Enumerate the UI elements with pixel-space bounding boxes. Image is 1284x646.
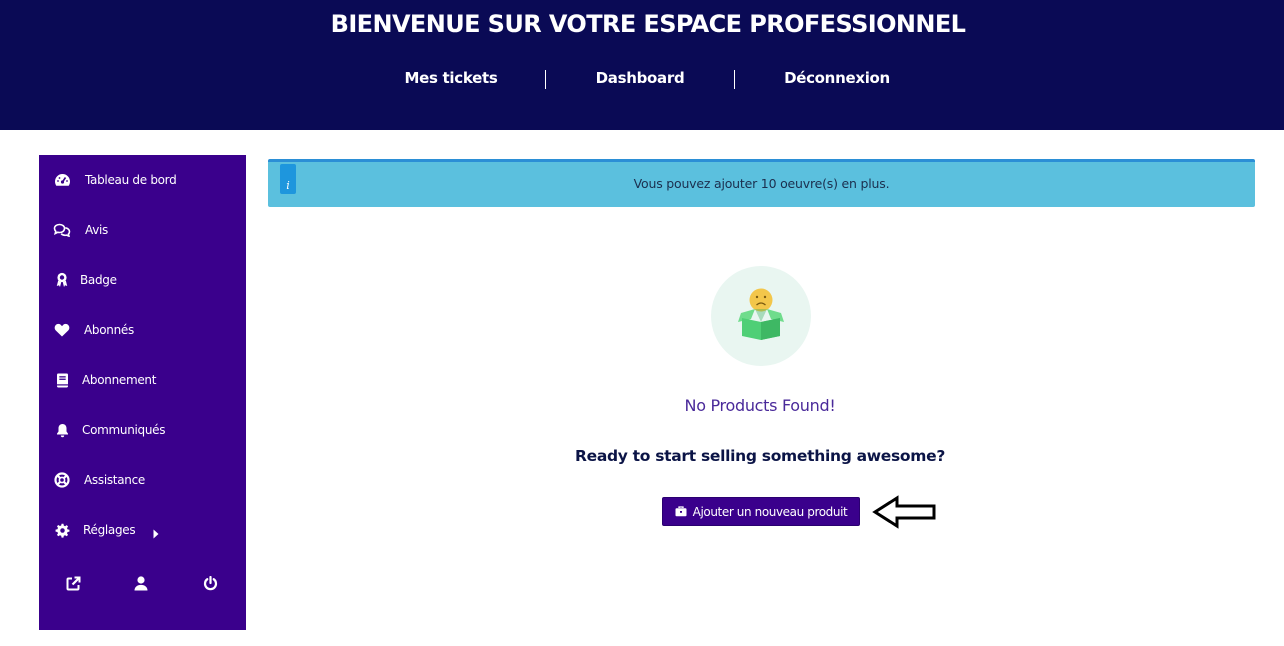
add-product-button[interactable]: Ajouter un nouveau produit — [662, 497, 860, 526]
sidebar-item-communiques[interactable]: Communiqués — [39, 415, 246, 445]
briefcase-icon — [675, 506, 687, 517]
sidebar-item-tableau-de-bord[interactable]: Tableau de bord — [39, 165, 246, 195]
top-nav: Mes tickets Dashboard Déconnexion — [0, 67, 1284, 91]
info-alert: i Vous pouvez ajouter 10 oeuvre(s) en pl… — [268, 159, 1255, 207]
sidebar-item-label: Communiqués — [82, 423, 166, 437]
power-icon[interactable] — [200, 573, 220, 593]
dashboard-icon — [53, 171, 71, 189]
award-icon — [53, 271, 71, 289]
arrow-left-icon — [872, 495, 936, 529]
sidebar-item-assistance[interactable]: Assistance — [39, 465, 246, 495]
nav-link-mes-tickets[interactable]: Mes tickets — [396, 67, 506, 89]
sidebar-item-label: Badge — [80, 273, 117, 287]
sidebar-item-label: Assistance — [84, 473, 145, 487]
lifebuoy-icon — [53, 471, 71, 489]
sidebar-item-label: Abonnés — [84, 323, 134, 337]
bell-icon — [53, 421, 71, 439]
sad-box-icon — [711, 266, 811, 366]
sidebar-item-badge[interactable]: Badge — [39, 265, 246, 295]
empty-state-title: No Products Found! — [684, 396, 836, 415]
gear-icon — [53, 521, 71, 539]
nav-separator — [734, 70, 735, 89]
sidebar-item-label: Tableau de bord — [85, 173, 177, 187]
sidebar-item-avis[interactable]: Avis — [39, 215, 246, 245]
page-header: BIENVENUE SUR VOTRE ESPACE PROFESSIONNEL… — [0, 0, 1284, 130]
comments-icon — [53, 221, 71, 239]
sidebar-item-label: Abonnement — [82, 373, 157, 387]
sidebar-item-abonnes[interactable]: Abonnés — [39, 315, 246, 345]
heart-icon — [53, 321, 71, 339]
sidebar-item-label: Avis — [85, 223, 108, 237]
page-title: BIENVENUE SUR VOTRE ESPACE PROFESSIONNEL — [330, 10, 966, 38]
nav-link-dashboard[interactable]: Dashboard — [584, 67, 696, 89]
nav-link-deconnexion[interactable]: Déconnexion — [772, 67, 902, 89]
alert-message: Vous pouvez ajouter 10 oeuvre(s) en plus… — [633, 176, 890, 191]
caret-right-icon — [153, 524, 159, 543]
add-product-label: Ajouter un nouveau produit — [692, 504, 848, 519]
sidebar-item-reglages[interactable]: Réglages — [39, 515, 246, 545]
external-link-icon[interactable] — [63, 573, 83, 593]
empty-state-subtitle: Ready to start selling something awesome… — [574, 447, 946, 465]
sidebar-item-abonnement[interactable]: Abonnement — [39, 365, 246, 395]
sidebar: Tableau de bord Avis Badge Abonnés Abonn… — [39, 155, 246, 630]
book-icon — [53, 371, 71, 389]
sidebar-item-label: Réglages — [83, 523, 136, 537]
user-icon[interactable] — [131, 573, 151, 593]
nav-separator — [545, 70, 546, 89]
